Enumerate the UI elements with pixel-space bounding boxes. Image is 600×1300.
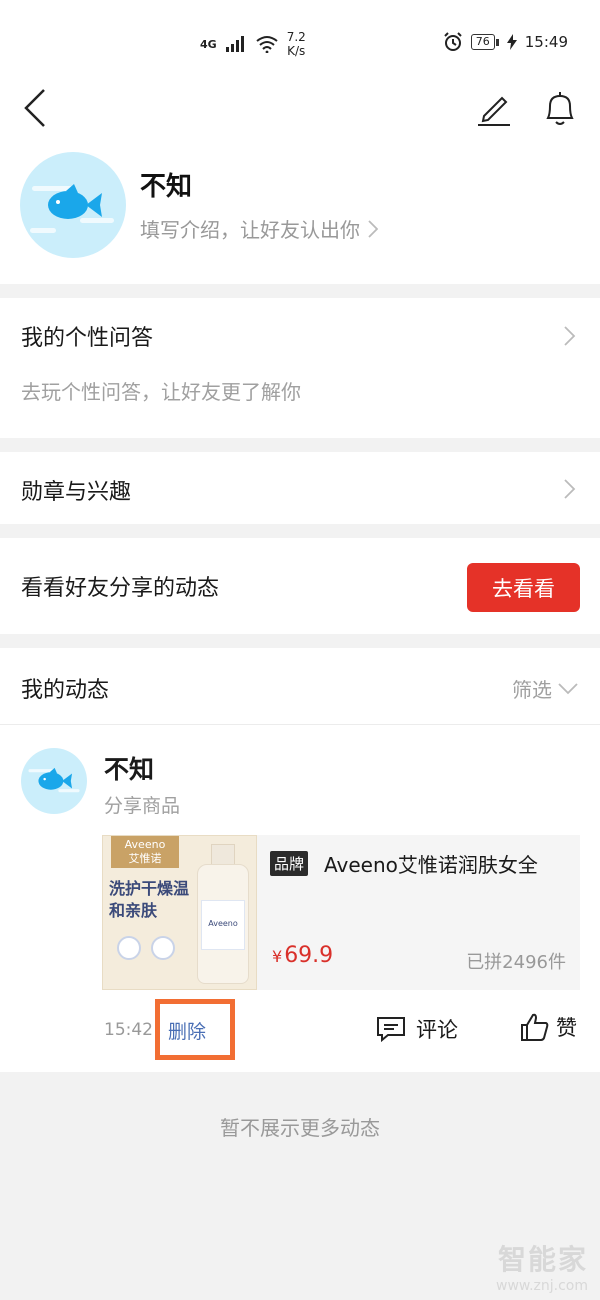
product-title: Aveeno艾惟诺润肤女全 xyxy=(324,853,538,877)
no-more-posts: 暂不展示更多动态 xyxy=(220,1116,380,1140)
watermark-name: 智能家 xyxy=(497,1243,588,1276)
back-arrow-icon[interactable] xyxy=(20,88,60,128)
currency-symbol: ¥ xyxy=(272,947,283,966)
post-time: 15:42 xyxy=(104,1020,153,1040)
like-label: 赞 xyxy=(556,1016,577,1040)
delete-button[interactable]: 删除 xyxy=(168,1017,206,1044)
medals-card[interactable]: 勋章与兴趣 xyxy=(0,452,600,524)
chevron-right-icon xyxy=(564,479,576,499)
chevron-down-icon xyxy=(558,682,578,694)
battery-level: 76 xyxy=(470,34,495,50)
profile-intro-text: 填写介绍，让好友认出你 xyxy=(140,218,360,242)
bell-icon[interactable] xyxy=(540,88,580,128)
comment-button[interactable]: 评论 xyxy=(376,1014,458,1044)
filter-label: 筛选 xyxy=(512,678,552,702)
bottle-label-text: Aveeno xyxy=(208,919,238,928)
battery-tip xyxy=(495,38,499,46)
my-posts-section: 我的动态 筛选 不知 分享商品 Aveeno 艾惟诺 洗护干燥温和亲肤 Avee… xyxy=(0,648,600,1072)
product-image-brand-cn: 艾惟诺 xyxy=(128,852,162,865)
product-price: ¥69.9 xyxy=(272,943,333,968)
like-button[interactable]: 赞 xyxy=(520,1012,577,1042)
signal-icon xyxy=(225,36,244,52)
badge-icon xyxy=(151,936,175,960)
comment-label: 评论 xyxy=(416,1018,458,1042)
network-label: 4G xyxy=(200,37,217,51)
my-posts-title: 我的动态 xyxy=(21,678,110,703)
brand-tag: 品牌 xyxy=(270,851,309,876)
battery-indicator: 76 xyxy=(470,34,499,50)
product-card[interactable]: Aveeno 艾惟诺 洗护干燥温和亲肤 Aveeno 品牌 Aveeno艾惟诺润… xyxy=(102,835,580,990)
qa-card[interactable]: 我的个性问答 去玩个性问答，让好友更了解你 xyxy=(0,298,600,438)
product-image-brand: Aveeno xyxy=(124,838,166,851)
clock: 15:49 xyxy=(524,33,568,51)
wifi-icon xyxy=(256,36,278,53)
sold-count: 已拼2496件 xyxy=(466,952,566,973)
price-value: 69.9 xyxy=(284,943,334,968)
friends-title: 看看好友分享的动态 xyxy=(21,576,220,601)
post-author: 不知 xyxy=(104,755,155,784)
network-speed: 7.2 K/s xyxy=(287,30,306,58)
status-right: 76 15:49 xyxy=(443,32,568,52)
speed-unit: K/s xyxy=(287,44,306,58)
product-image-text: 洗护干燥温和亲肤 xyxy=(109,879,190,920)
bottle-label: Aveeno xyxy=(201,900,245,950)
go-see-button[interactable]: 去看看 xyxy=(467,563,580,612)
product-badges xyxy=(117,936,175,960)
friends-card: 看看好友分享的动态 去看看 xyxy=(0,538,600,634)
post-type: 分享商品 xyxy=(104,795,181,817)
post-avatar[interactable] xyxy=(21,748,87,814)
watermark: 智能家 www.znj.com xyxy=(496,1238,588,1294)
divider xyxy=(0,724,600,725)
profile-name: 不知 xyxy=(140,172,193,202)
medals-title: 勋章与兴趣 xyxy=(21,480,132,505)
badge-icon xyxy=(117,936,141,960)
product-image: Aveeno 艾惟诺 洗护干燥温和亲肤 Aveeno xyxy=(102,835,257,990)
product-image-logo: Aveeno 艾惟诺 xyxy=(111,836,179,868)
chevron-right-icon xyxy=(368,219,378,238)
fish-avatar-icon xyxy=(28,767,80,793)
qa-title: 我的个性问答 xyxy=(21,326,154,351)
avatar[interactable] xyxy=(20,152,126,258)
fish-avatar-icon xyxy=(30,184,114,233)
thumbs-up-icon xyxy=(521,1013,549,1041)
alarm-icon xyxy=(444,32,462,51)
profile-intro-link[interactable]: 填写介绍，让好友认出你 xyxy=(140,214,378,243)
speed-value: 7.2 xyxy=(286,30,306,44)
profile-header: 不知 填写介绍，让好友认出你 xyxy=(0,88,600,284)
pencil-icon[interactable] xyxy=(476,90,512,126)
qa-subtitle: 去玩个性问答，让好友更了解你 xyxy=(21,380,301,404)
chevron-right-icon xyxy=(564,326,576,346)
filter-button[interactable]: 筛选 xyxy=(512,674,578,703)
status-left: 4G 7.2 K/s xyxy=(200,30,306,58)
charging-icon xyxy=(506,34,517,50)
watermark-url: www.znj.com xyxy=(496,1278,588,1294)
comment-icon xyxy=(377,1017,405,1042)
status-bar: 4G 7.2 K/s 76 15:49 xyxy=(0,0,600,88)
